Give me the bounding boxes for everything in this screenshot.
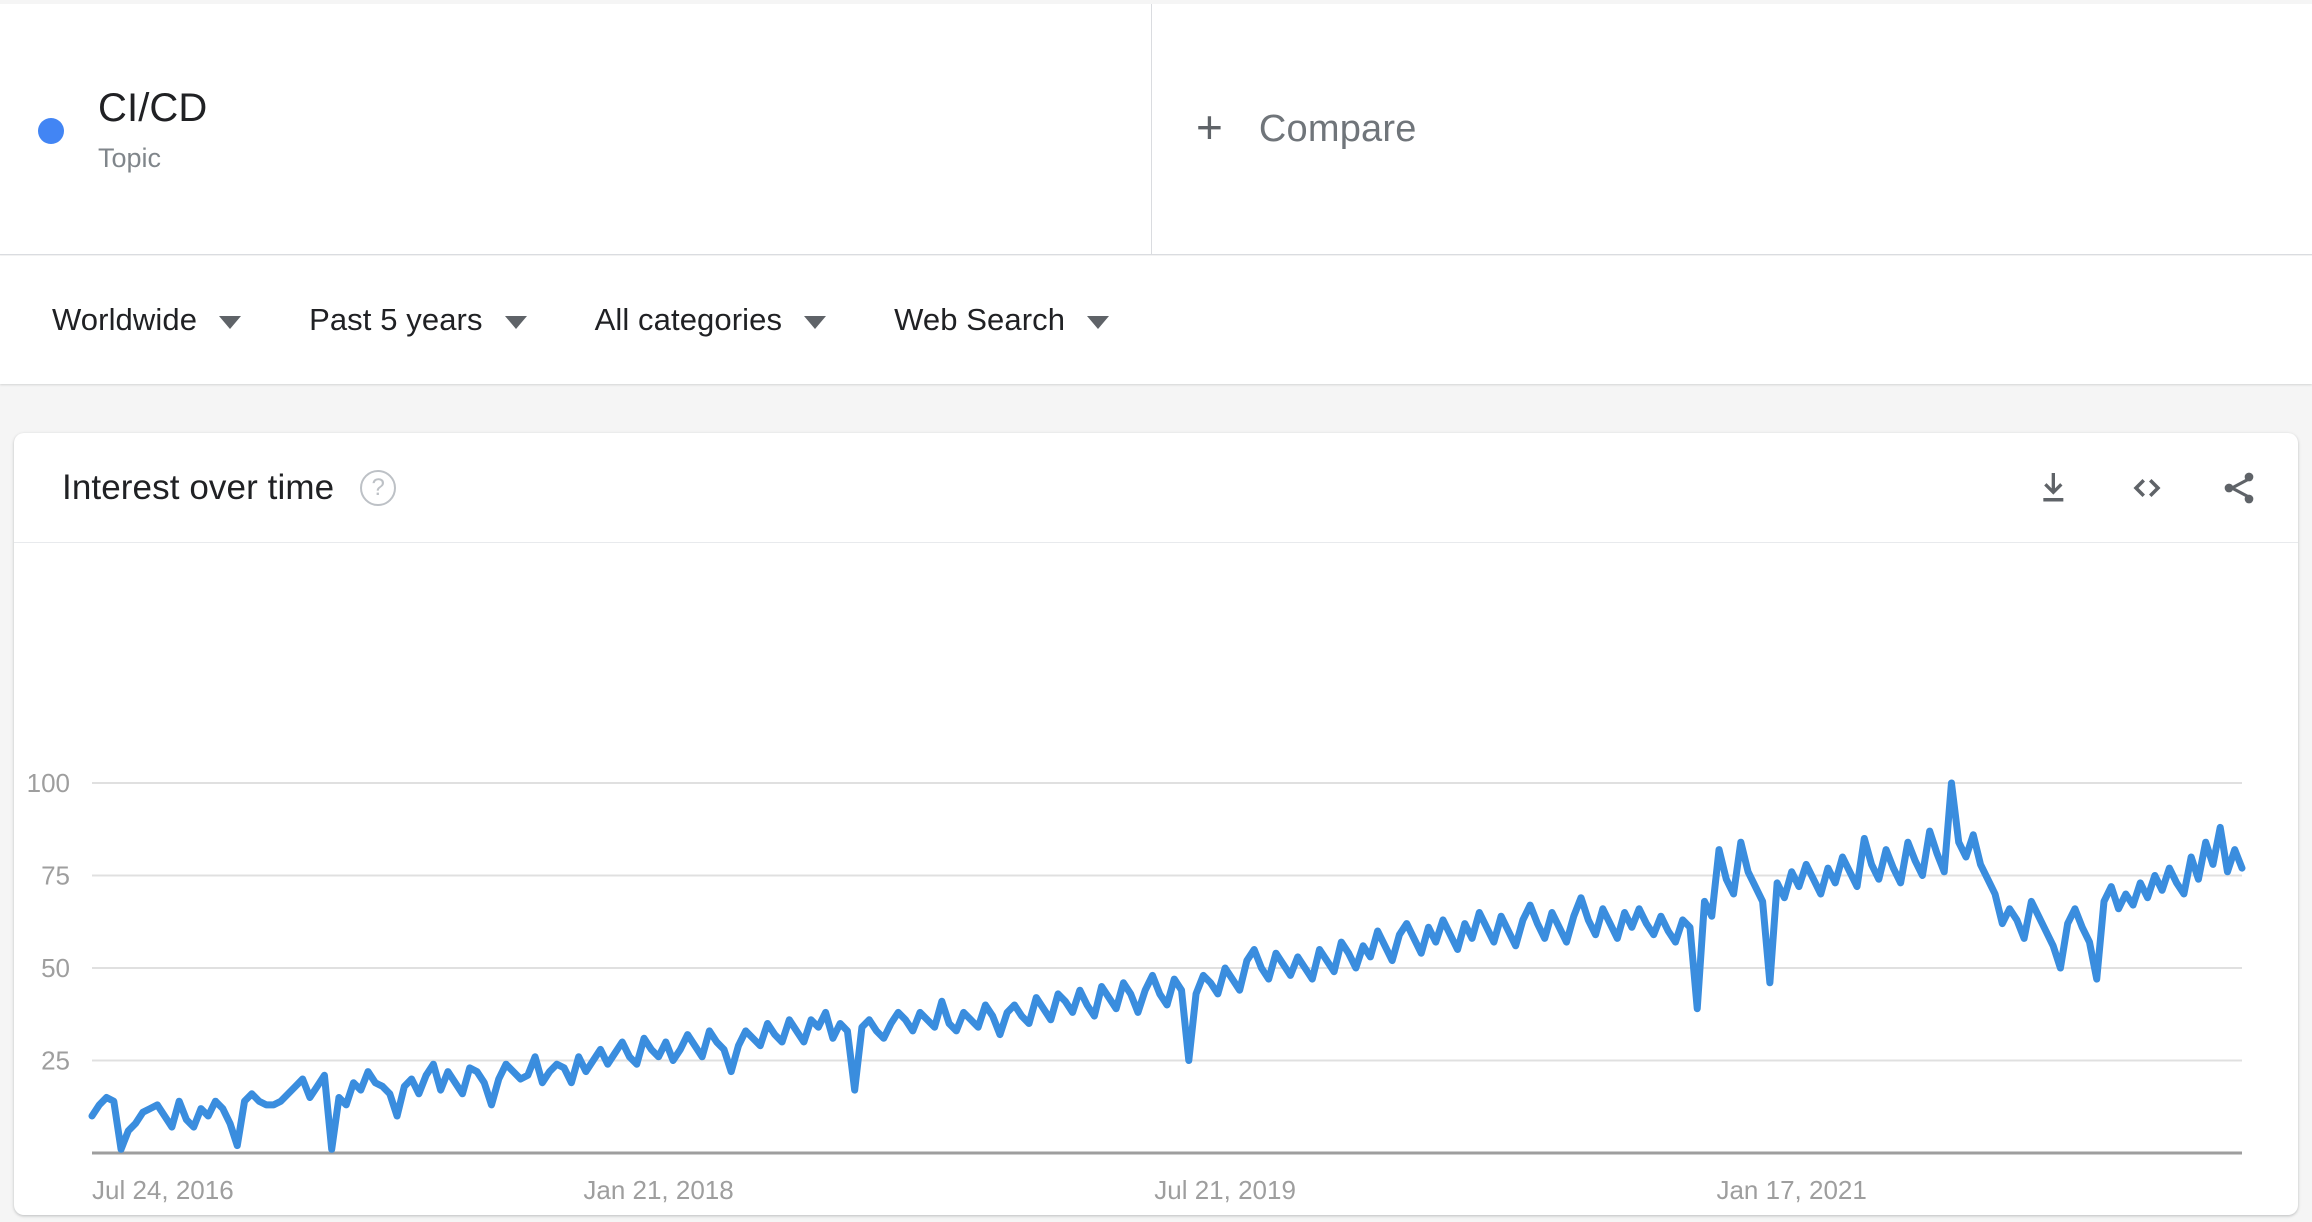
search-term-bar: CI/CD Topic + Compare (0, 4, 2312, 255)
search-type-filter[interactable]: Web Search (894, 302, 1110, 338)
search-term-card[interactable]: CI/CD Topic (0, 4, 1152, 254)
series-color-dot (38, 118, 64, 144)
search-type-filter-label: Web Search (894, 302, 1066, 337)
chevron-down-icon (219, 315, 242, 329)
location-filter[interactable]: Worldwide (52, 302, 242, 338)
y-axis-tick-label: 100 (27, 768, 70, 798)
chart-area[interactable]: 100 75 50 25 Jul 24, 2016 Jan 21, 2018 Jul 21,… (14, 543, 2298, 1215)
chevron-down-icon (504, 315, 527, 329)
y-axis-tick-label: 50 (41, 953, 70, 983)
x-axis-tick-label: Jul 21, 2019 (1154, 1175, 1296, 1205)
compare-button[interactable]: + Compare (1152, 4, 2312, 254)
card-title: Interest over time (62, 467, 335, 507)
time-range-filter-label: Past 5 years (309, 302, 483, 337)
help-icon[interactable]: ? (360, 469, 397, 506)
category-filter-label: All categories (594, 302, 783, 337)
y-axis-tick-label: 25 (41, 1046, 70, 1076)
time-range-filter[interactable]: Past 5 years (309, 302, 527, 338)
interest-over-time-chart[interactable]: 100 75 50 25 Jul 24, 2016 Jan 21, 2018 Jul 21,… (14, 543, 2298, 1215)
share-icon[interactable] (2216, 465, 2262, 511)
search-term-type: Topic (98, 142, 162, 173)
series-line-cicd (88, 779, 2246, 1153)
embed-icon[interactable] (2124, 465, 2170, 511)
x-axis-tick-label: Jul 24, 2016 (92, 1175, 234, 1205)
compare-label: Compare (1258, 107, 1417, 150)
download-icon[interactable] (2032, 465, 2078, 511)
x-axis-tick-label: Jan 17, 2021 (1716, 1175, 1866, 1205)
x-axis-tick-label: Jan 21, 2018 (583, 1175, 733, 1205)
interest-over-time-card: Interest over time ? 100 75 50 25 Jul 24… (14, 433, 2298, 1215)
location-filter-label: Worldwide (52, 302, 198, 337)
filter-bar: Worldwide Past 5 years All categories We… (0, 256, 2312, 384)
category-filter[interactable]: All categories (595, 302, 827, 338)
chevron-down-icon (1087, 315, 1110, 329)
search-term-title: CI/CD (98, 85, 208, 130)
card-actions (2032, 465, 2262, 511)
card-header: Interest over time ? (14, 433, 2298, 543)
y-axis-tick-label: 75 (41, 861, 70, 891)
plus-icon: + (1196, 101, 1223, 153)
chevron-down-icon (804, 315, 827, 329)
